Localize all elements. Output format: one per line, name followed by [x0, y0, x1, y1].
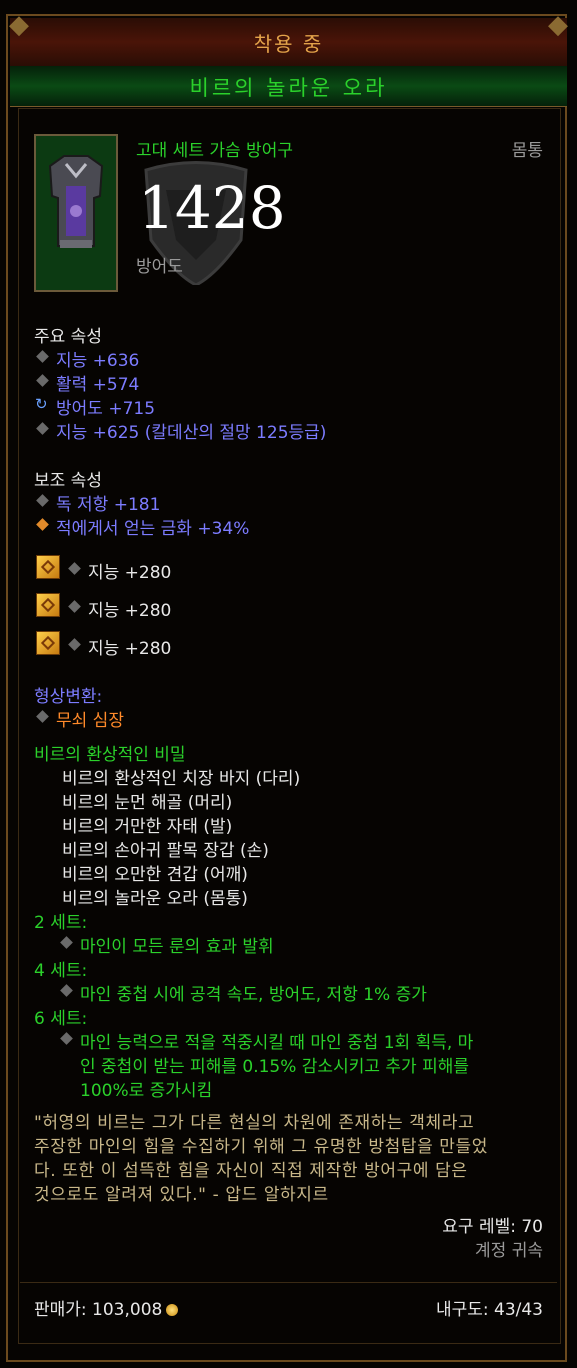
- set-bonus: 마인 중첩 시에 공격 속도, 방어도, 저항 1% 증가: [80, 985, 427, 1005]
- equipped-label: 착용 중: [253, 32, 324, 56]
- secondary-stat: 독 저항 +181: [56, 495, 161, 515]
- topaz-gem-icon: [36, 555, 60, 579]
- corner-ornament-icon: ◆: [548, 10, 568, 40]
- set-piece: 비르의 눈먼 해골 (머리): [62, 793, 233, 813]
- equipped-header: 착용 중: [10, 18, 567, 67]
- set-bonus-title: 6 세트:: [34, 1009, 88, 1029]
- set-piece: 비르의 거만한 자태 (발): [62, 817, 233, 837]
- armor-value: 1428: [138, 174, 286, 242]
- set-piece: 비르의 환상적인 치장 바지 (다리): [62, 769, 301, 789]
- secondary-stat: 적에게서 얻는 금화 +34%: [56, 519, 250, 539]
- item-type: 고대 세트 가슴 방어구: [136, 141, 293, 161]
- socket-stat: 지능 +280: [88, 601, 172, 621]
- item-slot: 몸통: [511, 141, 543, 161]
- corner-ornament-icon: ◆: [9, 10, 29, 40]
- item-name: 비르의 놀라운 오라: [189, 76, 388, 100]
- transmog-value: 무쇠 심장: [56, 711, 124, 731]
- set-piece: 비르의 오만한 견갑 (어깨): [62, 865, 248, 885]
- set-bonus-line: 인 중첩이 받는 피해를 0.15% 감소시키고 추가 피해를: [80, 1057, 469, 1077]
- flavor-text: 주장한 마인의 힘을 수집하기 위해 그 유명한 방첨탑을 만들었: [34, 1137, 489, 1157]
- item-tooltip: 착용 중 ◆ ◆ 비르의 놀라운 오라 고대 세트 가슴 방어구 몸통 1428…: [0, 0, 577, 1368]
- secondary-stats-title: 보조 속성: [34, 471, 102, 491]
- set-piece: 비르의 놀라운 오라 (몸통): [62, 889, 248, 909]
- enchanted-swirl-icon: ↻: [35, 395, 48, 413]
- set-bonus-title: 4 세트:: [34, 961, 88, 981]
- set-name: 비르의 환상적인 비밀: [34, 745, 186, 765]
- flavor-text: 것으로도 알려져 있다." - 압드 알하지르: [34, 1185, 329, 1205]
- set-bonus-title: 2 세트:: [34, 913, 88, 933]
- socket-stat: 지능 +280: [88, 563, 172, 583]
- set-bonus: 마인이 모든 룬의 효과 발휘: [80, 937, 274, 957]
- tooltip-footer: 판매가: 103,008 내구도: 43/43: [20, 1282, 557, 1327]
- flavor-text: 다. 또한 이 섬뜩한 힘을 자신이 직접 제작한 방어구에 담은: [34, 1161, 468, 1181]
- account-bound: 계정 귀속: [475, 1241, 543, 1261]
- socket-stat: 지능 +280: [88, 639, 172, 659]
- set-bonus-line: 마인 능력으로 적을 적중시킬 때 마인 중첩 1회 획득, 마: [80, 1033, 474, 1053]
- primary-stat: 방어도 +715: [56, 399, 156, 419]
- required-level: 요구 레벨: 70: [442, 1217, 543, 1237]
- primary-stat: 활력 +574: [56, 375, 140, 395]
- sell-price: 판매가: 103,008: [34, 1295, 179, 1320]
- armor-label: 방어도: [136, 257, 183, 277]
- durability: 내구도: 43/43: [435, 1300, 543, 1320]
- item-name-header: 비르의 놀라운 오라: [10, 66, 567, 107]
- flavor-text: "허영의 비르는 그가 다른 현실의 차원에 존재하는 객체라고: [34, 1113, 475, 1133]
- topaz-gem-icon: [36, 593, 60, 617]
- gold-coin-icon: [166, 1304, 179, 1316]
- primary-stat: 지능 +636: [56, 351, 140, 371]
- chest-armor-icon: [34, 134, 118, 292]
- set-bonus-line: 100%로 증가시킴: [80, 1081, 213, 1101]
- set-piece: 비르의 손아귀 팔목 장갑 (손): [62, 841, 269, 861]
- primary-stat: 지능 +625 (칼데산의 절망 125등급): [56, 423, 327, 443]
- topaz-gem-icon: [36, 631, 60, 655]
- transmog-title: 형상변환:: [34, 687, 103, 707]
- primary-stats-title: 주요 속성: [34, 327, 102, 347]
